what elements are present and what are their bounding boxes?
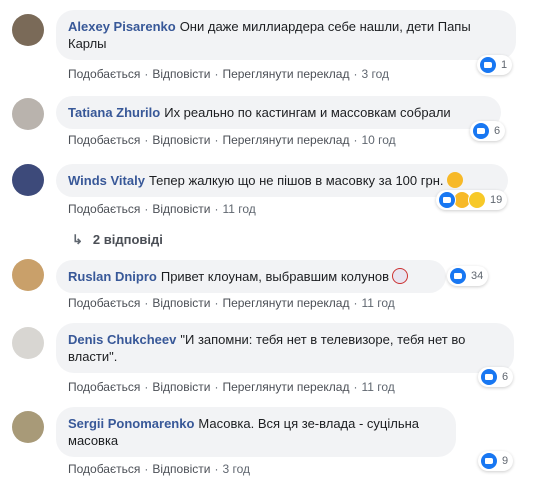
like-reaction-icon — [438, 191, 456, 209]
comment-actions: Подобається · Відповісти · 11 год — [68, 202, 256, 216]
comment-author[interactable]: Tatiana Zhurilo — [68, 105, 160, 120]
reaction-count: 34 — [471, 270, 484, 282]
like-reaction-icon — [479, 56, 497, 74]
comment-author[interactable]: Winds Vitaly — [68, 173, 145, 188]
like-link[interactable]: Подобається — [68, 67, 140, 81]
view-replies-link[interactable]: ↳ 2 відповіді — [72, 232, 163, 248]
reactions-badge[interactable]: 6 — [470, 121, 506, 141]
replies-count: 2 відповіді — [92, 232, 163, 247]
reply-link[interactable]: Відповісти — [152, 380, 210, 394]
comment-author[interactable]: Sergii Ponomarenko — [68, 416, 194, 431]
comment-actions: Подобається · Відповісти · 3 год — [68, 462, 250, 476]
comment-text: Привет клоунам, выбравшим колунов — [160, 269, 390, 284]
avatar[interactable] — [12, 327, 44, 359]
reaction-count: 6 — [494, 125, 501, 137]
comment-bubble: Denis Chukcheev "И запомни: тебя нет в те… — [56, 323, 514, 373]
comment-bubble: Sergii Ponomarenko Масовка. Вся ця зе-вла… — [56, 407, 456, 457]
clown-emoji-icon — [392, 268, 409, 284]
comment-author[interactable]: Alexey Pisarenko — [68, 19, 176, 34]
like-link[interactable]: Подобається — [68, 296, 140, 310]
comment-actions: Подобається · Відповісти · Переглянути перек… — [68, 380, 395, 394]
like-reaction-icon — [472, 122, 490, 140]
comment-author[interactable]: Ruslan Dnipro — [68, 269, 157, 284]
comment-actions: Подобається · Відповісти · Переглянути перек… — [68, 67, 390, 81]
reactions-badge[interactable]: 1 — [477, 55, 513, 75]
reaction-count: 1 — [501, 59, 508, 71]
like-reaction-icon — [480, 452, 498, 470]
reactions-badge[interactable]: 6 — [478, 367, 514, 387]
avatar[interactable] — [12, 98, 44, 130]
grinning-emoji-icon — [446, 172, 463, 188]
like-link[interactable]: Подобається — [68, 202, 140, 216]
avatar[interactable] — [12, 411, 44, 443]
like-link[interactable]: Подобається — [68, 462, 140, 476]
comment-time[interactable]: 3 год — [222, 462, 250, 476]
comment-time[interactable]: 11 год — [361, 296, 394, 310]
comment-bubble: Tatiana Zhurilo Их реально по кастингам и… — [56, 96, 501, 129]
reactions-badge[interactable]: 19 — [436, 190, 508, 210]
like-link[interactable]: Подобається — [68, 133, 140, 147]
reaction-count: 19 — [490, 194, 503, 206]
comment-actions: Подобається · Відповісти · Переглянути перек… — [68, 296, 395, 310]
avatar[interactable] — [12, 14, 44, 46]
reactions-badge[interactable]: 34 — [447, 266, 489, 286]
reactions-badge[interactable]: 9 — [478, 451, 514, 471]
sad-reaction-icon — [468, 191, 486, 209]
see-translation-link[interactable]: Переглянути переклад — [222, 380, 349, 394]
comment-time[interactable]: 11 год — [222, 202, 255, 216]
reply-link[interactable]: Відповісти — [152, 296, 210, 310]
reaction-count: 6 — [502, 371, 509, 383]
comment-bubble: Ruslan Dnipro Привет клоунам, выбравшим к… — [56, 260, 446, 293]
reply-link[interactable]: Відповісти — [152, 462, 210, 476]
avatar[interactable] — [12, 259, 44, 291]
comment-time[interactable]: 10 год — [361, 133, 395, 147]
avatar[interactable] — [12, 164, 44, 196]
comment-text: Их реально по кастингам и массовкам собр… — [164, 105, 451, 120]
reply-link[interactable]: Відповісти — [152, 133, 210, 147]
like-reaction-icon — [449, 267, 467, 285]
see-translation-link[interactable]: Переглянути переклад — [222, 296, 349, 310]
see-translation-link[interactable]: Переглянути переклад — [222, 133, 349, 147]
comment-time[interactable]: 11 год — [361, 380, 394, 394]
see-translation-link[interactable]: Переглянути переклад — [222, 67, 349, 81]
comment-actions: Подобається · Відповісти · Переглянути перек… — [68, 133, 396, 147]
like-link[interactable]: Подобається — [68, 380, 140, 394]
like-reaction-icon — [480, 368, 498, 386]
comment-text: Тепер жалкую що не пішов в масовку за 10… — [148, 173, 444, 188]
comment-author[interactable]: Denis Chukcheev — [68, 332, 176, 347]
reaction-count: 9 — [502, 455, 509, 467]
reply-arrow-icon: ↳ — [72, 232, 83, 247]
comment-time[interactable]: 3 год — [361, 67, 389, 81]
reply-link[interactable]: Відповісти — [152, 202, 210, 216]
comment-bubble: Alexey Pisarenko Они даже миллиардера себ… — [56, 10, 516, 60]
reply-link[interactable]: Відповісти — [152, 67, 210, 81]
